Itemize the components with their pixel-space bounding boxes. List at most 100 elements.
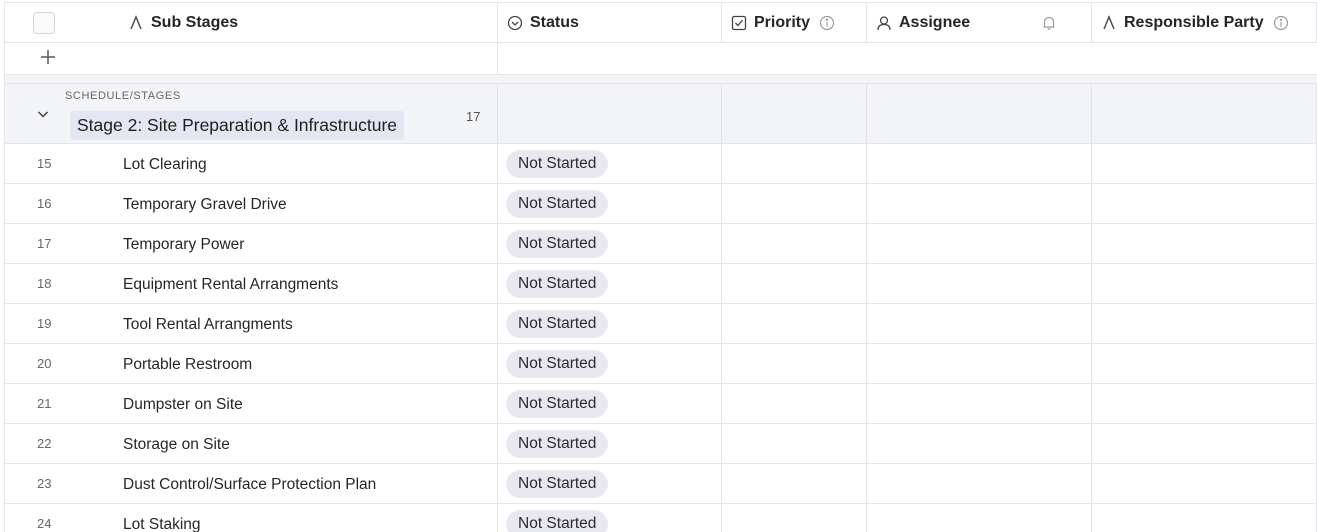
group-assignee-cell [867,84,1092,143]
sub-stage-cell[interactable]: 22 Storage on Site [5,424,498,463]
status-cell[interactable]: Not Started [498,344,722,383]
sub-stage-cell[interactable]: 19 Tool Rental Arrangments [5,304,498,343]
priority-cell[interactable] [722,384,867,423]
bell-icon[interactable] [1041,15,1057,31]
assignee-cell[interactable] [867,464,1092,503]
assignee-cell[interactable] [867,184,1092,223]
status-badge[interactable]: Not Started [506,149,609,178]
row-number: 23 [37,476,52,491]
responsible-party-cell[interactable] [1092,384,1317,423]
responsible-party-cell[interactable] [1092,264,1317,303]
status-cell[interactable]: Not Started [498,224,722,263]
row-number: 18 [37,276,52,291]
plus-icon[interactable] [37,47,59,69]
status-cell[interactable]: Not Started [498,424,722,463]
status-cell[interactable]: Not Started [498,464,722,503]
status-cell[interactable]: Not Started [498,384,722,423]
sub-stage-name: Dust Control/Surface Protection Plan [123,476,377,493]
status-cell[interactable]: Not Started [498,184,722,223]
sub-stage-cell[interactable]: 21 Dumpster on Site [5,384,498,423]
sub-stage-cell[interactable]: 18 Equipment Rental Arrangments [5,264,498,303]
priority-cell[interactable] [722,144,867,183]
person-icon [875,14,893,32]
chevron-down-icon[interactable] [35,106,53,124]
table-row[interactable]: 18 Equipment Rental Arrangments Not Star… [4,264,1317,304]
group-title[interactable]: Stage 2: Site Preparation & Infrastructu… [70,111,405,140]
info-icon[interactable] [819,15,835,31]
status-badge[interactable]: Not Started [506,469,609,498]
row-number: 17 [37,236,52,251]
responsible-party-cell[interactable] [1092,504,1317,532]
responsible-party-cell[interactable] [1092,424,1317,463]
priority-cell[interactable] [722,184,867,223]
priority-cell[interactable] [722,264,867,303]
sub-stage-cell[interactable]: 17 Temporary Power [5,224,498,263]
responsible-party-cell[interactable] [1092,144,1317,183]
status-badge[interactable]: Not Started [506,509,609,532]
status-badge[interactable]: Not Started [506,309,609,338]
assignee-label: Assignee [899,13,971,31]
responsible-party-label: Responsible Party [1124,13,1264,31]
status-badge[interactable]: Not Started [506,189,609,218]
status-cell[interactable]: Not Started [498,304,722,343]
table-row[interactable]: 24 Lot Staking Not Started [4,504,1317,532]
table-row[interactable]: 21 Dumpster on Site Not Started [4,384,1317,424]
status-icon [506,14,524,32]
rows-container: 15 Lot Clearing Not Started 16 Temporary… [4,144,1317,532]
table-row[interactable]: 19 Tool Rental Arrangments Not Started [4,304,1317,344]
status-badge[interactable]: Not Started [506,229,609,258]
status-label: Status [530,13,579,31]
status-cell[interactable]: Not Started [498,264,722,303]
table-row[interactable]: 23 Dust Control/Surface Protection Plan … [4,464,1317,504]
assignee-cell[interactable] [867,424,1092,463]
column-header-priority[interactable]: Priority [722,3,867,42]
column-header-assignee[interactable]: Assignee [867,3,1092,42]
priority-cell[interactable] [722,504,867,532]
priority-cell[interactable] [722,464,867,503]
info-icon[interactable] [1273,15,1289,31]
sub-stage-cell[interactable]: 15 Lot Clearing [5,144,498,183]
responsible-party-cell[interactable] [1092,344,1317,383]
priority-cell[interactable] [722,424,867,463]
row-number: 20 [37,356,52,371]
assignee-cell[interactable] [867,264,1092,303]
select-all-checkbox[interactable] [33,12,55,34]
assignee-cell[interactable] [867,144,1092,183]
checkbox-field-icon [730,14,748,32]
status-badge[interactable]: Not Started [506,429,609,458]
assignee-cell[interactable] [867,304,1092,343]
table-row[interactable]: 17 Temporary Power Not Started [4,224,1317,264]
status-cell[interactable]: Not Started [498,144,722,183]
sub-stage-cell[interactable]: 20 Portable Restroom [5,344,498,383]
responsible-party-cell[interactable] [1092,304,1317,343]
sub-stage-name: Storage on Site [123,436,230,453]
sub-stage-name: Lot Clearing [123,156,207,173]
column-header-sub-stages[interactable]: Sub Stages [5,3,498,42]
status-badge[interactable]: Not Started [506,349,609,378]
table-row[interactable]: 16 Temporary Gravel Drive Not Started [4,184,1317,224]
status-badge[interactable]: Not Started [506,269,609,298]
assignee-cell[interactable] [867,224,1092,263]
table-row[interactable]: 20 Portable Restroom Not Started [4,344,1317,384]
status-badge[interactable]: Not Started [506,389,609,418]
responsible-party-cell[interactable] [1092,464,1317,503]
column-header-responsible-party[interactable]: Responsible Party [1092,3,1317,42]
priority-cell[interactable] [722,304,867,343]
assignee-cell[interactable] [867,504,1092,532]
assignee-cell[interactable] [867,344,1092,383]
group-count: 17 [466,109,481,124]
responsible-party-cell[interactable] [1092,184,1317,223]
sub-stage-cell[interactable]: 23 Dust Control/Surface Protection Plan [5,464,498,503]
row-number: 24 [37,516,52,531]
assignee-cell[interactable] [867,384,1092,423]
table-row[interactable]: 15 Lot Clearing Not Started [4,144,1317,184]
sub-stage-cell[interactable]: 16 Temporary Gravel Drive [5,184,498,223]
sub-stage-cell[interactable]: 24 Lot Staking [5,504,498,532]
responsible-party-cell[interactable] [1092,224,1317,263]
row-number: 19 [37,316,52,331]
priority-cell[interactable] [722,344,867,383]
table-row[interactable]: 22 Storage on Site Not Started [4,424,1317,464]
priority-cell[interactable] [722,224,867,263]
status-cell[interactable]: Not Started [498,504,722,532]
column-header-status[interactable]: Status [498,3,722,42]
